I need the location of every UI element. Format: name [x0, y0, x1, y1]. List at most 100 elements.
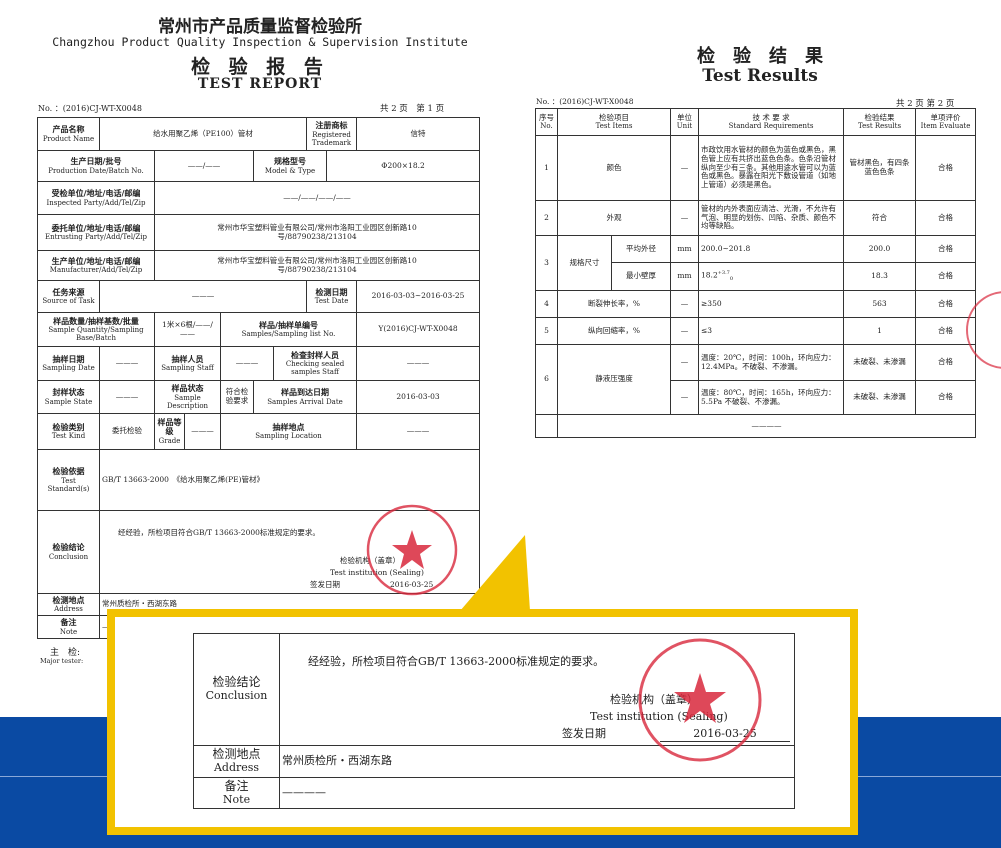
table-cell: [535, 414, 558, 438]
table-cell: 备注 Note: [193, 777, 280, 809]
2-no: 3: [535, 235, 558, 291]
table-row: 6 静液压强度 — 温度：20℃，时间：100h，环向应力：12.4MPa。不破裂、…: [535, 344, 977, 415]
2-en: Unit: [676, 122, 693, 131]
4-no: 5: [535, 317, 558, 345]
sampling-date-en: Sampling Date: [42, 364, 95, 373]
4-unit: —: [670, 317, 700, 345]
callout-row-note: 备注 Note ————: [193, 777, 795, 809]
1-unit: —: [670, 380, 700, 415]
grade-en: Grade: [158, 436, 181, 445]
sample-list-cn: 样品/抽样单编号: [259, 320, 318, 330]
standard-cn: 检验依据: [52, 467, 85, 477]
source-en: Source of Task: [42, 297, 95, 306]
table-cell: 备注 Note: [37, 615, 100, 639]
1-result: 符合: [843, 200, 917, 236]
sampling-staff-en: Sampling Staff: [161, 364, 214, 373]
0-result: 200.0: [843, 235, 917, 263]
3-cn: 技 术 要 求: [752, 112, 790, 122]
address-en: Address: [213, 761, 260, 775]
table-cell: 委托单位/地址/电话/邮编 Entrusting Party/Add/Tel/Zi…: [37, 214, 155, 251]
partial-seal-stamp: [966, 291, 1001, 369]
2-cn: 单位: [677, 112, 693, 122]
conclusion-en: Conclusion: [205, 689, 268, 703]
1-no: 2: [535, 200, 558, 236]
table-cell: 检验项目 Test Items: [556, 108, 672, 136]
table-cell: 序号 No.: [535, 108, 558, 136]
institute-title-cn: 常州市产品质量监督检验所: [158, 17, 362, 37]
manufacturer-cn: 生产单位/地址/电话/邮编: [51, 256, 141, 266]
3-result: 563: [843, 290, 917, 318]
test-date-value: 2016-03-03~2016-03-25: [356, 280, 481, 313]
zoom-callout: 检验结论 Conclusion 经经验，所检项目符合GB/T 13663-2000…: [107, 609, 858, 835]
product-name-value: 给水用聚乙烯（PE100）管材: [98, 117, 308, 151]
grade-cn: 样品等级: [157, 418, 182, 437]
address-cn: 检测地点: [52, 595, 85, 605]
sample-qty-value: 1米×6根/——/——: [154, 312, 221, 347]
inspected-value: ——/——/——/——: [153, 181, 481, 215]
grade-value: ———: [184, 413, 221, 450]
5-cn: 单项评价: [930, 112, 961, 122]
table-row: 5 纵向回缩率，% — ≤3 1 合格: [535, 317, 977, 345]
product-name-en: Product Name: [42, 134, 95, 143]
source-cn: 任务来源: [52, 287, 85, 297]
page-indicator: 共 2 页 第 1 页: [380, 104, 445, 114]
sample-list-value: Y(2016)CJ-WT-X0048: [356, 312, 481, 347]
row-manufacturer: 生产单位/地址/电话/邮编 Manufacturer/Add/Tel/Zip 常州…: [37, 250, 481, 281]
test-kind-en: Test Kind: [51, 432, 86, 441]
sample-state-cn: 封样状态: [52, 388, 85, 398]
major-tester-label-en: Major tester:: [40, 657, 84, 665]
sample-desc-value: 符合检验要求: [220, 380, 254, 414]
4-cn: 检验结果: [864, 112, 895, 122]
sample-list-en: Samples/Sampling list No.: [241, 330, 336, 339]
1-req: 温度：80℃，时间：165h，环向应力：5.5Pa 不破裂、不渗漏。: [698, 380, 845, 415]
1-req-sub: 0: [729, 275, 734, 282]
1-cn: 检验项目: [599, 112, 629, 122]
sample-state-value: ———: [99, 380, 155, 414]
arrival-date-en: Samples Arrival Date: [267, 397, 343, 406]
table-cell: 样品状态 Sample Description: [154, 380, 221, 414]
production-date-cn: 生产日期/批号: [70, 157, 122, 167]
test-date-cn: 检测日期: [315, 287, 348, 297]
5-item: 静液压强度: [556, 344, 672, 415]
row-entrusting: 委托单位/地址/电话/邮编 Entrusting Party/Add/Tel/Zi…: [37, 214, 481, 251]
table-cell: 检测日期 Test Date: [306, 280, 358, 313]
standard-en: Test Standard(s): [47, 476, 90, 493]
4-req: ≤3: [698, 317, 845, 345]
table-cell: 封样状态 Sample State: [37, 380, 100, 414]
0-req: 市政饮用水管材的颜色为蓝色或黑色，黑色管上应有共挤出蓝色色条。色条沿管材纵向至少…: [698, 135, 845, 201]
manufacturer-value: 常州市华宝塑料管业有限公司/常州市洛阳工业园区创新路10号/88790238/2…: [153, 250, 481, 281]
table-row: 1 颜色 — 市政饮用水管材的颜色为蓝色或黑色，黑色管上应有共挤出蓝色色条。色条沿管…: [535, 135, 977, 201]
table-row: 2 外观 — 管材的内外表面应清洁、光滑，不允许有气泡、明显的划伤、凹陷、杂质、颜色…: [535, 200, 977, 236]
3-unit: —: [670, 290, 700, 318]
sampling-location-value: ———: [356, 413, 481, 450]
table-cell: 检验结果 Test Results: [843, 108, 917, 136]
model-cn: 规格型号: [274, 157, 307, 167]
row-production-date: 生产日期/批号 Production Date/Batch No. ——/—— 规…: [37, 150, 481, 182]
arrival-date-cn: 样品到达日期: [281, 388, 330, 398]
address-en: Address: [54, 605, 83, 614]
1-item: 外观: [556, 200, 672, 236]
institute-title-en: Changzhou Product Quality Inspection & S…: [52, 35, 468, 49]
sampling-staff-value: ———: [220, 346, 274, 381]
report-title-cn: 检 验 报 告: [191, 56, 329, 78]
table-cell: 单项评价 Item Evaluate: [915, 108, 977, 136]
table-cell: 样品数量/抽样基数/批量 Sample Quantity/Sampling Bas…: [37, 312, 155, 347]
1-eval: 合格: [915, 380, 977, 415]
0-unit: mm: [670, 235, 700, 263]
table-cell: 检验类别 Test Kind: [37, 413, 100, 450]
1-req: 18.2: [701, 270, 718, 280]
table-end-row: ————: [535, 414, 977, 438]
table-header: 序号 No. 检验项目 Test Items 单位 Unit 技 术 要 求 Stand…: [535, 108, 977, 136]
0-result: 管材黑色，有四条蓝色色条: [843, 135, 917, 201]
sampling-location-en: Sampling Location: [255, 432, 322, 441]
table-cell: 抽样人员 Sampling Staff: [154, 346, 221, 381]
5-en: Item Evaluate: [920, 122, 971, 131]
table-cell: 生产日期/批号 Production Date/Batch No.: [37, 150, 155, 182]
note-en: Note: [59, 627, 78, 636]
report-number: No. ：(2016)CJ-WT-X0048: [536, 97, 634, 106]
checking-staff-cn: 检查封样人员: [291, 350, 340, 360]
conclusion-en: Conclusion: [48, 552, 89, 561]
sampling-date-value: ———: [99, 346, 155, 381]
conclusion-cn: 检验结论: [52, 543, 85, 553]
table-cell: 样品到达日期 Samples Arrival Date: [252, 380, 358, 414]
